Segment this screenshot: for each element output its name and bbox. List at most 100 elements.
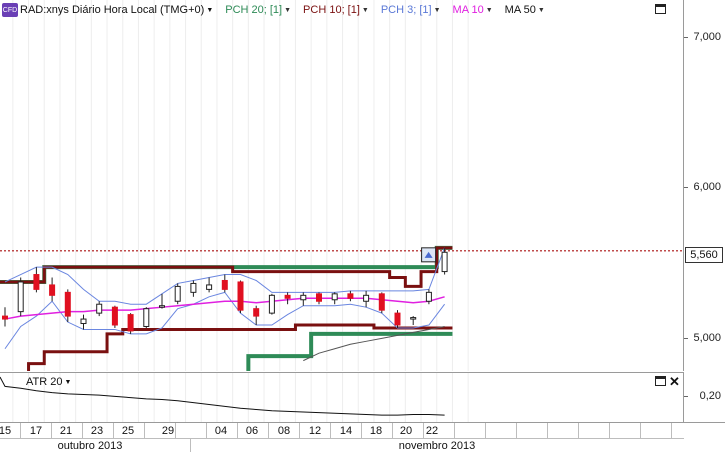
day-separator	[206, 423, 207, 438]
indicator-label: PCH 3; [1]	[380, 4, 432, 16]
price-pane[interactable]: CFD RAD:xnys Diário Hora Local (TMG+0) ▼…	[0, 0, 684, 371]
candle-body	[347, 293, 354, 299]
candle-body	[316, 293, 322, 302]
caret-down-icon: ▼	[537, 6, 545, 14]
close-icon[interactable]: ✕	[669, 375, 680, 388]
day-label: 18	[369, 425, 383, 437]
indicator-label: MA 10	[452, 4, 484, 16]
axis-tick	[684, 37, 688, 38]
candle-body	[378, 293, 385, 311]
day-separator	[609, 423, 610, 438]
caret-down-icon: ▼	[284, 6, 292, 14]
symbol-label: RAD:xnys Diário Hora Local (TMG+0)	[20, 4, 205, 16]
candle-body	[190, 282, 197, 293]
maximize-atr-pane-button[interactable]	[655, 376, 666, 386]
price-chart-canvas	[0, 0, 683, 371]
atr-indicator-selector[interactable]: ATR 20 ▼	[26, 376, 71, 388]
candle-body	[410, 317, 417, 320]
indicator-selector[interactable]: MA 10 ▼	[453, 4, 493, 16]
day-separator	[268, 423, 269, 438]
axis-tick	[684, 338, 688, 339]
candle-body	[111, 306, 118, 326]
price-axis-label-6000: 6,000	[693, 181, 721, 193]
day-separator	[82, 423, 83, 438]
day-label: 20	[399, 425, 413, 437]
month-separator	[190, 439, 191, 452]
candle-body	[221, 279, 228, 290]
candle-body	[49, 284, 56, 296]
candle-body	[253, 308, 260, 317]
day-separator	[361, 423, 362, 438]
day-separator	[144, 423, 145, 438]
day-label: 22	[425, 425, 439, 437]
day-separator	[671, 423, 672, 438]
atr-chart-canvas	[0, 373, 469, 422]
atr-pane[interactable]: ATR 20 ▼ ✕	[0, 372, 684, 422]
day-label: 21	[59, 425, 73, 437]
day-label: 04	[214, 425, 228, 437]
pch20-upper-line	[0, 245, 453, 284]
cfd-badge-icon: CFD	[2, 3, 18, 17]
maximize-pane-button[interactable]	[655, 4, 666, 14]
day-separator	[392, 423, 393, 438]
symbol-selector[interactable]: RAD:xnys Diário Hora Local (TMG+0) ▼	[20, 4, 213, 16]
candle-body	[300, 294, 307, 301]
day-label: 23	[90, 425, 104, 437]
candle-body	[96, 303, 103, 314]
candle-body	[394, 312, 401, 326]
day-label: 08	[277, 425, 291, 437]
time-axis[interactable]: 15 17 21 23 25 29 04 06 08 12 14 18 20 22 outubro 201…	[0, 422, 725, 452]
day-separator	[485, 423, 486, 438]
atr-axis[interactable]: 0,20	[684, 372, 725, 422]
candle-body	[127, 314, 134, 332]
indicator-selector[interactable]: PCH 20; [1] ▼	[225, 4, 291, 16]
day-separator	[578, 423, 579, 438]
day-separator	[237, 423, 238, 438]
day-label: 17	[29, 425, 43, 437]
day-separator	[175, 423, 176, 438]
candle-body	[268, 294, 275, 314]
caret-down-icon: ▼	[485, 6, 493, 14]
caret-down-icon: ▼	[361, 6, 369, 14]
day-labels-row: 15 17 21 23 25 29 04 06 08 12 14 18 20 22	[0, 423, 684, 438]
day-separator	[330, 423, 331, 438]
axis-tick	[684, 396, 688, 397]
day-separator	[516, 423, 517, 438]
day-separator	[20, 423, 21, 438]
day-label: 06	[245, 425, 259, 437]
indicator-selector[interactable]: MA 50 ▼	[505, 4, 545, 16]
chart-header: CFD RAD:xnys Diário Hora Local (TMG+0) ▼…	[0, 2, 555, 18]
day-separator	[547, 423, 548, 438]
candle-body	[363, 294, 370, 302]
indicator-list: PCH 20; [1] ▼ PCH 10; [1] ▼ PCH 3; [1] ▼ MA 10…	[223, 4, 555, 16]
month-labels-row: outubro 2013 novembro 2013	[0, 438, 684, 452]
atr-axis-label: 0,20	[699, 390, 721, 402]
day-separator	[640, 423, 641, 438]
candle-body	[33, 274, 40, 290]
chart-window: CFD RAD:xnys Diário Hora Local (TMG+0) ▼…	[0, 0, 725, 452]
current-price-tag: 5,560	[685, 247, 723, 263]
price-axis-label-5000: 5,000	[693, 332, 721, 344]
day-separator	[454, 423, 455, 438]
day-separator	[299, 423, 300, 438]
candle-body	[143, 308, 150, 327]
candle-body	[17, 281, 24, 313]
ma10-line	[4, 296, 445, 320]
indicator-label: MA 50	[504, 4, 536, 16]
candle-body	[174, 285, 181, 302]
candle-body	[441, 251, 448, 273]
pch10-lower-line	[27, 323, 453, 371]
price-axis-label-7000: 7,000	[693, 31, 721, 43]
indicator-selector[interactable]: PCH 10; [1] ▼	[303, 4, 369, 16]
day-separator	[423, 423, 424, 438]
indicator-label: PCH 10; [1]	[303, 4, 360, 16]
candle-body	[425, 291, 432, 302]
candle-body	[331, 293, 338, 301]
price-axis[interactable]: 7,000 6,000 5,000	[684, 0, 725, 371]
candle-body	[284, 294, 291, 299]
month-label: outubro 2013	[57, 440, 123, 452]
indicator-selector[interactable]: PCH 3; [1] ▼	[381, 4, 441, 16]
candle-body	[80, 318, 87, 325]
day-label: 29	[161, 425, 175, 437]
indicator-label: PCH 20; [1]	[225, 4, 283, 16]
